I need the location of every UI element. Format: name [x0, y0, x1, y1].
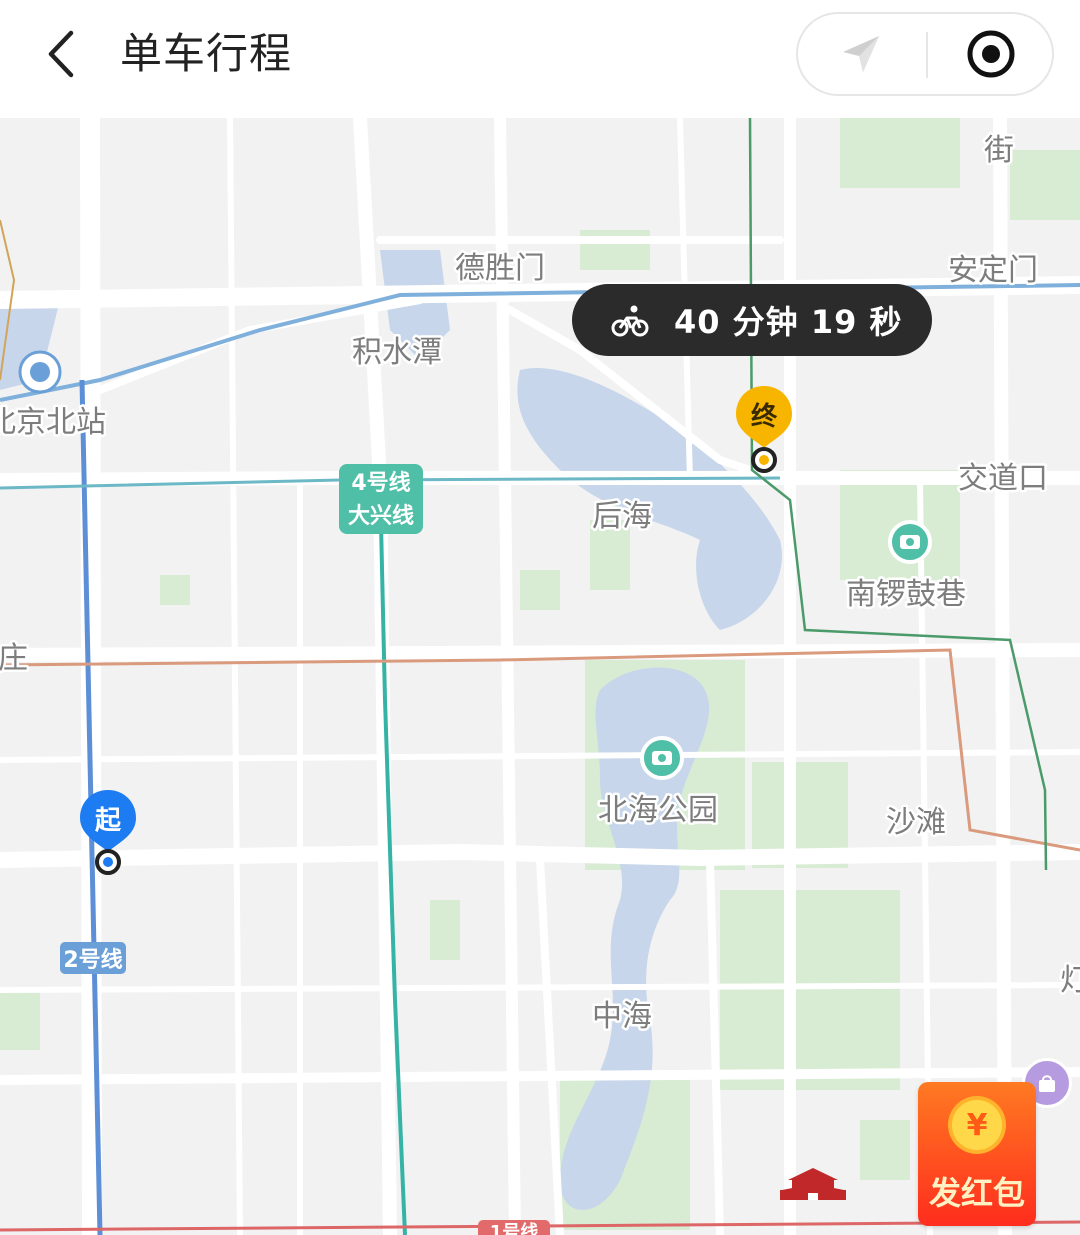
chevron-left-icon — [48, 30, 74, 78]
trip-duration: 40 分钟 19 秒 — [674, 303, 903, 341]
label-deng: 灯 — [1060, 963, 1080, 998]
map-controls — [796, 12, 1054, 96]
yuan-coin-icon: ¥ — [952, 1100, 1002, 1150]
svg-text:大兴线: 大兴线 — [348, 503, 414, 529]
label-andingmen: 安定门 — [948, 253, 1038, 288]
camera-icon — [640, 736, 684, 780]
label-jishuitan: 积水潭 — [352, 335, 442, 370]
label-deshengmen: 德胜门 — [455, 251, 545, 286]
svg-text:2号线: 2号线 — [63, 947, 122, 973]
target-icon — [967, 30, 1015, 78]
label-nanluoguxiang: 南锣鼓巷 — [846, 577, 966, 612]
tiananmen-icon — [780, 1168, 846, 1200]
label-beihai-park: 北海公园 — [598, 793, 718, 828]
label-zhonghai: 中海 — [592, 999, 652, 1034]
locate-button[interactable] — [928, 14, 1054, 94]
label-zhuang: 庄 — [0, 641, 28, 676]
label-beijing-north: 北京北站 — [0, 405, 106, 440]
label-jiaodaokou: 交道口 — [958, 461, 1048, 496]
camera-icon — [888, 520, 932, 564]
end-label: 终 — [750, 401, 777, 432]
top-bar: 单车行程 — [0, 0, 1080, 118]
label-street: 街 — [984, 133, 1014, 168]
end-marker[interactable]: 终 — [734, 384, 794, 476]
page-title: 单车行程 — [120, 29, 293, 78]
navigation-arrow-icon — [843, 36, 879, 72]
label-houhai: 后海 — [592, 499, 652, 534]
label-shatan: 沙滩 — [886, 805, 946, 840]
start-label: 起 — [94, 805, 121, 836]
map-canvas[interactable]: 4号线 大兴线 2号线 1号线 德胜门 安定门 积水潭 北京北站 交道口 后海 … — [0, 118, 1080, 1235]
metro-badge-line1: 1号线 — [478, 1220, 550, 1235]
bicycle-icon — [611, 305, 649, 337]
metro-badge-line4: 4号线 大兴线 — [339, 464, 423, 534]
trip-duration-badge: 40 分钟 19 秒 — [572, 284, 932, 356]
red-packet-button[interactable]: ¥ 发红包 — [918, 1082, 1036, 1226]
back-button[interactable] — [30, 22, 90, 86]
red-packet-label: 发红包 — [928, 1174, 1025, 1212]
svg-text:4号线: 4号线 — [351, 470, 410, 496]
train-station-icon — [18, 350, 62, 394]
svg-text:1号线: 1号线 — [490, 1221, 539, 1235]
location-button[interactable] — [798, 14, 924, 94]
metro-badge-line2: 2号线 — [60, 942, 126, 974]
start-marker[interactable]: 起 — [78, 788, 138, 878]
